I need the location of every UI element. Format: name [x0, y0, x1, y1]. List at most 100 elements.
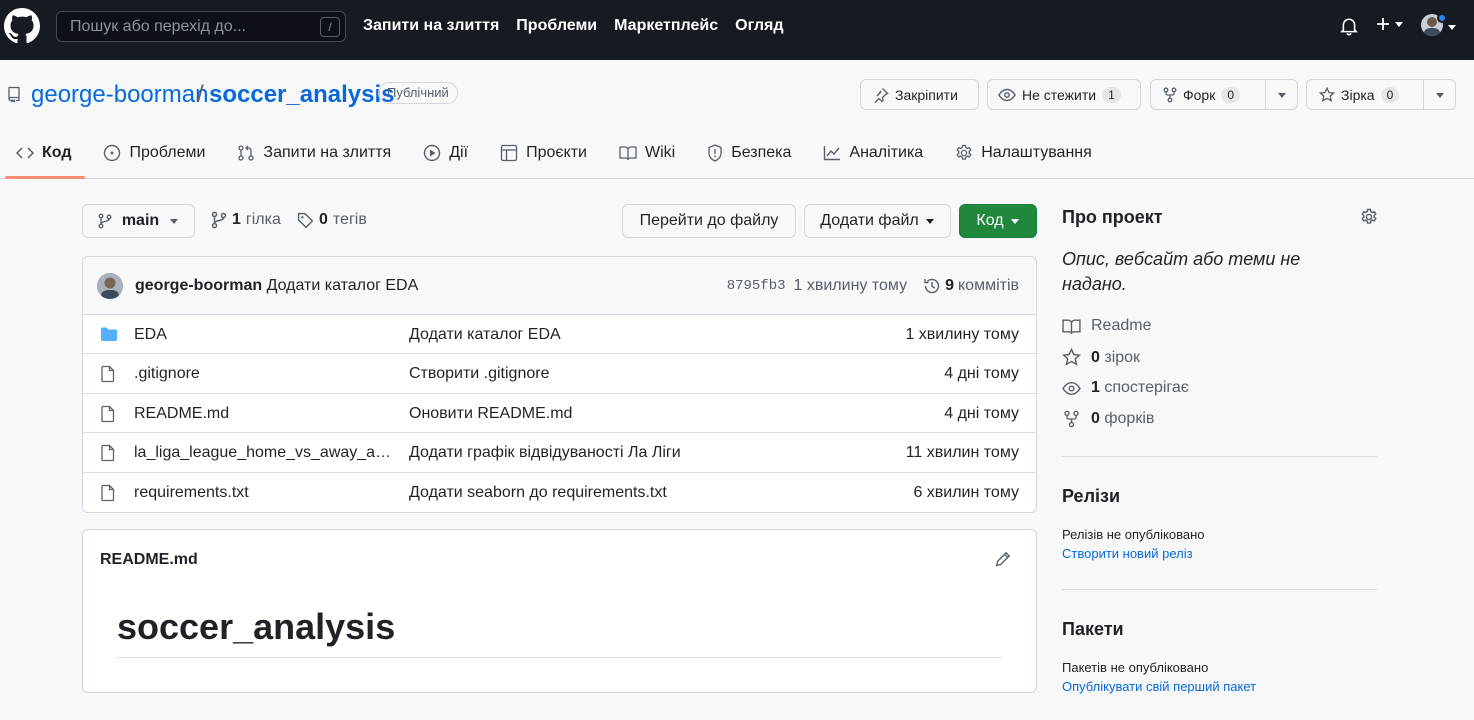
readme-link[interactable]: Readme: [1062, 317, 1151, 335]
branch-selector[interactable]: main: [82, 204, 195, 238]
stars-label: зірок: [1104, 348, 1141, 366]
fork-button[interactable]: Форк 0: [1151, 80, 1265, 109]
gear-icon: [956, 144, 972, 160]
file-commit-message[interactable]: Додати seaborn до requirements.txt: [409, 484, 667, 502]
file-icon: [100, 484, 116, 502]
eye-icon: [1062, 381, 1081, 395]
tab-label: Wiki: [644, 144, 676, 161]
tab-pull-requests[interactable]: Запити на злиття: [221, 135, 407, 171]
active-tab-indicator: [5, 176, 85, 179]
file-commit-message[interactable]: Додати каталог EDA: [409, 326, 561, 344]
file-name-link[interactable]: .gitignore: [134, 365, 394, 383]
search-input[interactable]: Пошук або перехід до... /: [56, 11, 346, 42]
tab-label: Дії: [449, 144, 469, 161]
create-new-menu[interactable]: [1375, 16, 1404, 32]
repo-icon: [6, 85, 22, 103]
packages-title[interactable]: Пакети: [1062, 619, 1124, 640]
nav-marketplace[interactable]: Маркетплейс: [614, 17, 718, 35]
file-row[interactable]: .gitignore Створити .gitignore 4 дні тому: [83, 354, 1036, 394]
go-to-file-label: Перейти до файлу: [639, 212, 779, 229]
eye-icon: [998, 88, 1016, 101]
nav-explore[interactable]: Огляд: [735, 17, 783, 35]
commit-author[interactable]: george-boorman: [135, 277, 262, 294]
file-row[interactable]: README.md Оновити README.md 4 дні тому: [83, 394, 1036, 434]
file-commit-message[interactable]: Оновити README.md: [409, 405, 572, 423]
plus-icon: [1377, 18, 1389, 30]
readme-link-label: Readme: [1091, 317, 1152, 334]
tab-settings[interactable]: Налаштування: [939, 135, 1108, 171]
repo-owner-link[interactable]: george-boorman: [31, 81, 208, 109]
book-icon: [619, 146, 637, 161]
issue-icon: [104, 144, 121, 162]
repo-tabs: Код Проблеми Запити на злиття Дії Проєкт…: [0, 135, 1108, 171]
star-count: 0: [1380, 86, 1400, 103]
code-button[interactable]: Код: [959, 204, 1037, 238]
stars-link[interactable]: 0 зірок: [1062, 348, 1140, 367]
table-icon: [500, 144, 518, 162]
publish-package-link[interactable]: Опублікувати свій перший пакет: [1062, 679, 1256, 694]
nav-issues[interactable]: Проблеми: [516, 17, 597, 35]
tags-link[interactable]: 0 тегів: [297, 211, 367, 229]
folder-icon: [100, 326, 118, 342]
tab-label: Безпека: [731, 144, 792, 161]
tab-code[interactable]: Код: [0, 135, 87, 171]
tab-wiki[interactable]: Wiki: [603, 135, 691, 171]
star-button[interactable]: Зірка 0: [1307, 80, 1423, 109]
repo-name-link[interactable]: soccer_analysis: [209, 81, 394, 109]
commit-time: 1 хвилину тому: [793, 277, 908, 294]
pin-button[interactable]: Закріпити: [860, 79, 979, 110]
pencil-icon[interactable]: [995, 551, 1011, 567]
create-release-link[interactable]: Створити новий реліз: [1062, 546, 1193, 561]
chevron-down-icon: [1277, 92, 1286, 98]
readme-filename[interactable]: README.md: [100, 551, 198, 569]
file-name-link[interactable]: requirements.txt: [134, 484, 394, 502]
file-row[interactable]: requirements.txt Додати seaborn до requir…: [83, 473, 1036, 512]
tags-label: тегів: [332, 211, 367, 228]
file-name-link[interactable]: la_liga_league_home_vs_away_att...: [134, 444, 394, 462]
book-icon: [1062, 318, 1081, 334]
nav-pull-requests[interactable]: Запити на злиття: [363, 17, 499, 35]
forks-link[interactable]: 0 форків: [1062, 410, 1154, 428]
chevron-down-icon: [1395, 22, 1403, 27]
notification-dot: [1437, 13, 1447, 23]
readme-heading-divider: [117, 657, 1002, 658]
tab-projects[interactable]: Проєкти: [484, 135, 603, 171]
tab-issues[interactable]: Проблеми: [87, 135, 221, 171]
commit-sha[interactable]: 8795fb3: [727, 278, 786, 294]
about-description: Опис, вебсайт або теми не надано.: [1062, 249, 1301, 294]
star-icon: [1319, 86, 1335, 102]
tab-security[interactable]: Безпека: [691, 135, 807, 171]
branch-icon: [211, 211, 227, 229]
file-commit-message[interactable]: Додати графік відвідуваності Ла Ліги: [409, 444, 681, 462]
bell-icon[interactable]: [1340, 16, 1358, 36]
add-file-label: Додати файл: [820, 212, 919, 229]
file-row[interactable]: la_liga_league_home_vs_away_att... Додати…: [83, 433, 1036, 473]
branches-label: гілка: [245, 211, 281, 228]
fork-label: Форк: [1183, 86, 1216, 103]
releases-title[interactable]: Релізи: [1062, 486, 1120, 507]
branches-link[interactable]: 1 гілка: [211, 211, 281, 229]
commit-author-avatar[interactable]: [97, 273, 123, 299]
watch-button[interactable]: Не стежити 1: [987, 79, 1141, 110]
tab-insights[interactable]: Аналітика: [807, 135, 939, 171]
tab-actions[interactable]: Дії: [407, 135, 484, 171]
chevron-down-icon[interactable]: [1447, 22, 1457, 32]
fork-dropdown[interactable]: [1265, 80, 1297, 109]
file-name-link[interactable]: EDA: [134, 326, 394, 344]
file-commit-message[interactable]: Створити .gitignore: [409, 365, 549, 383]
code-button-label: Код: [976, 212, 1004, 229]
file-commit-time: 1 хвилину тому: [905, 326, 1019, 343]
watchers-link[interactable]: 1 спостерігає: [1062, 379, 1189, 397]
file-row[interactable]: EDA Додати каталог EDA 1 хвилину тому: [83, 315, 1036, 355]
commit-message[interactable]: Додати каталог EDA: [267, 277, 419, 294]
global-header: Пошук або перехід до... / Запити на злит…: [0, 0, 1474, 60]
github-logo-icon[interactable]: [4, 8, 40, 44]
commits-history-link[interactable]: 9 коммітів: [923, 277, 1019, 295]
tab-label: Аналітика: [849, 144, 924, 161]
gear-icon[interactable]: [1360, 208, 1378, 226]
branches-count: 1: [232, 211, 241, 228]
add-file-button[interactable]: Додати файл: [804, 204, 951, 238]
go-to-file-button[interactable]: Перейти до файлу: [622, 204, 796, 238]
file-name-link[interactable]: README.md: [134, 405, 394, 423]
star-dropdown[interactable]: [1423, 80, 1455, 109]
